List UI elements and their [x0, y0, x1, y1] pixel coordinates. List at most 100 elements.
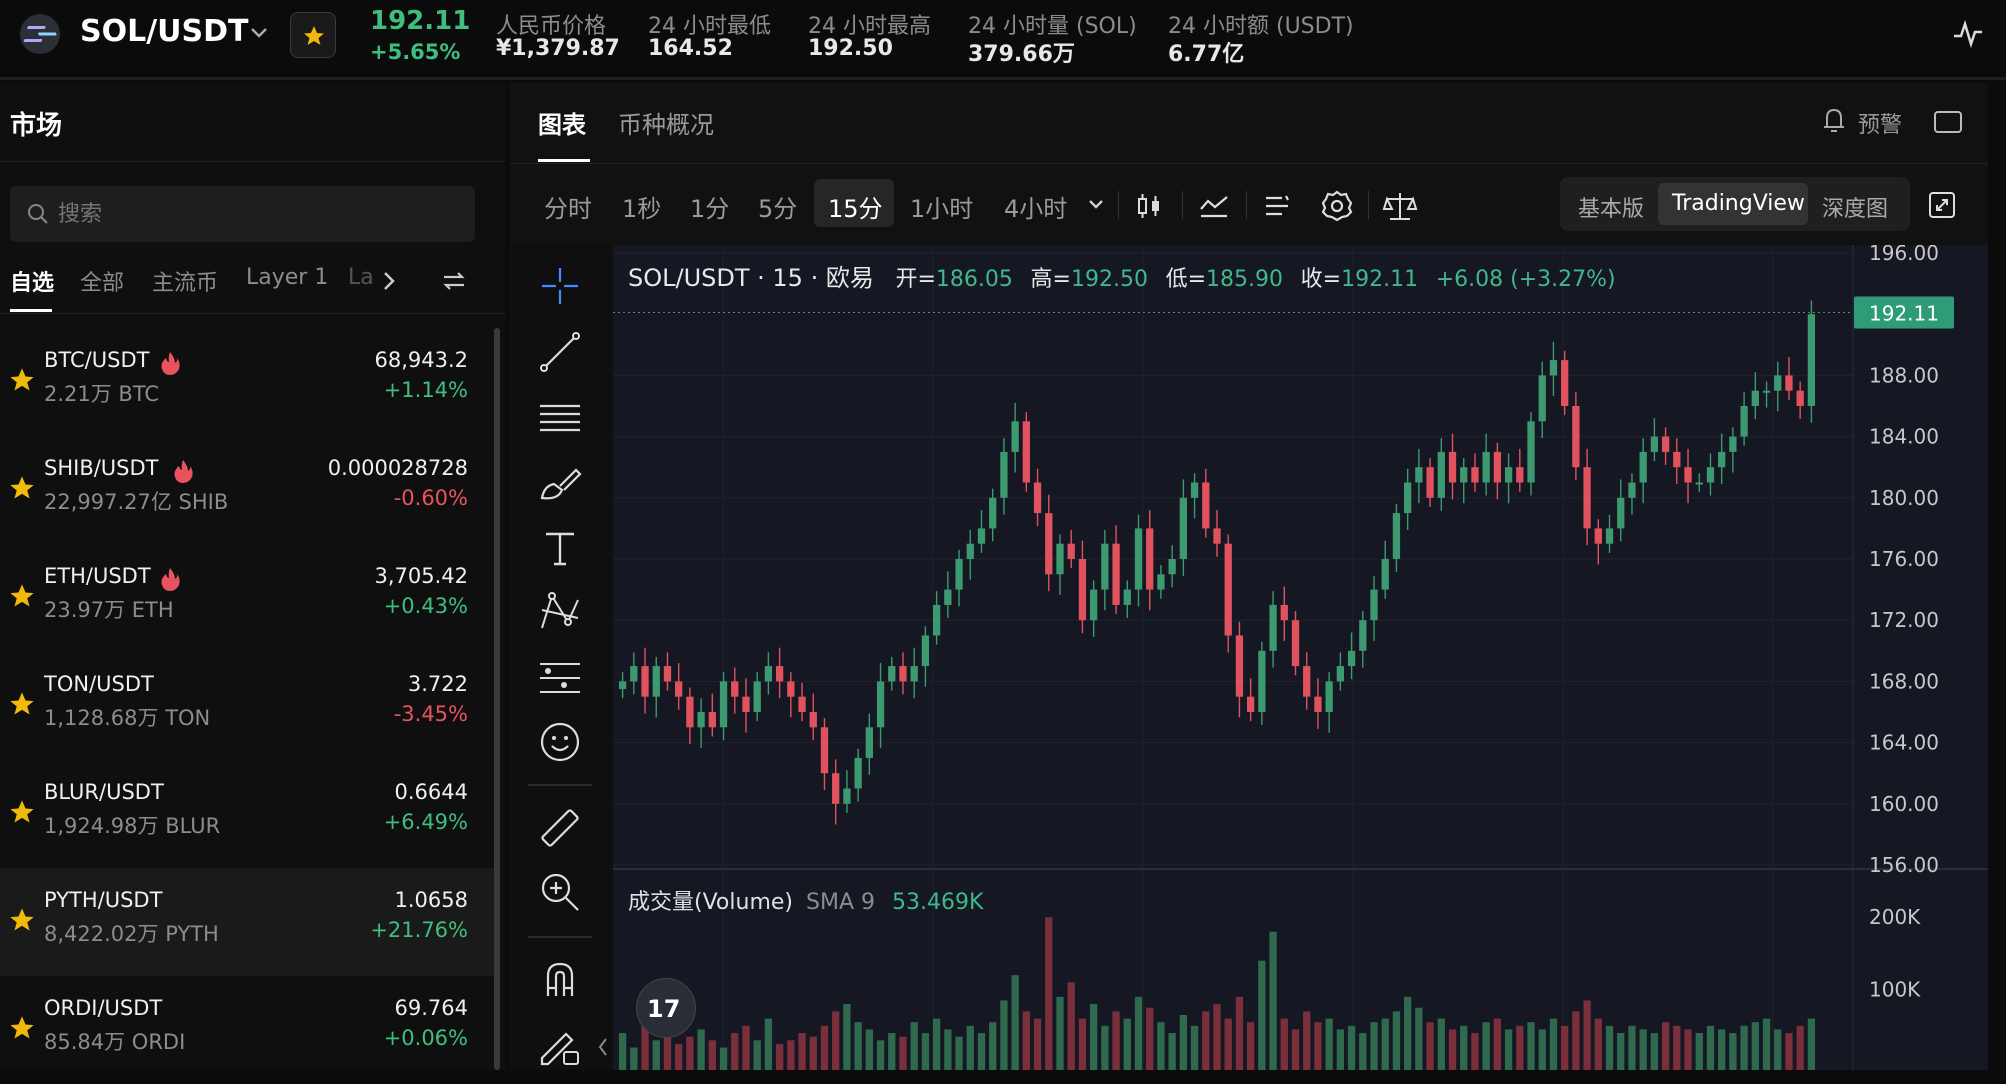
market-row-ordi[interactable]: ORDI/USDT 85.84万 ORDI 69.764 +0.06%	[0, 976, 500, 1084]
row-change: +6.49%	[383, 810, 468, 834]
divider	[1368, 191, 1369, 219]
emoji-icon[interactable]	[534, 716, 586, 768]
candle-body	[1751, 390, 1759, 406]
bell-plus-icon[interactable]	[1820, 105, 1848, 135]
volume-legend: 成交量(Volume) SMA 9 53.469K	[628, 884, 983, 916]
interval-timeline[interactable]: 分时	[544, 189, 592, 224]
row-pair: BTC/USDT	[44, 348, 150, 372]
candle-body	[966, 543, 974, 559]
interval-1h[interactable]: 1小时	[910, 189, 973, 224]
candle-body	[1258, 650, 1266, 712]
star-icon[interactable]	[8, 1014, 36, 1042]
row-change: -3.45%	[393, 702, 468, 726]
view-tradingview[interactable]: TradingView	[1672, 191, 1805, 216]
volume-bar	[1807, 1018, 1816, 1070]
candle-body	[1146, 528, 1154, 590]
ruler-icon[interactable]	[534, 802, 586, 854]
row-pair: BLUR/USDT	[44, 780, 164, 804]
swap-icon[interactable]	[440, 267, 468, 295]
view-basic[interactable]: 基本版	[1578, 191, 1644, 223]
scrollbar-thumb[interactable]	[494, 328, 500, 1070]
volume-bar	[1011, 975, 1019, 1070]
star-icon[interactable]	[8, 582, 36, 610]
lock-pencil-icon[interactable]	[534, 1018, 586, 1070]
tab-layer2-partial[interactable]: La	[348, 265, 374, 290]
window-icon[interactable]	[1934, 111, 1962, 133]
volume-bar	[618, 1033, 627, 1070]
volume-bar	[865, 1029, 873, 1070]
star-icon[interactable]	[8, 366, 36, 394]
price-tick-label: 176.00	[1869, 547, 1939, 571]
pattern-icon[interactable]	[534, 586, 586, 638]
row-change: -0.60%	[393, 486, 468, 510]
view-depth[interactable]: 深度图	[1822, 191, 1888, 223]
candle-body	[820, 727, 829, 774]
collapse-toolbar-icon[interactable]	[596, 1036, 610, 1058]
volume-bar	[719, 1047, 728, 1070]
pair-title[interactable]: SOL/USDT	[80, 14, 249, 49]
chevron-down-icon[interactable]	[1086, 197, 1106, 213]
row-pair: ORDI/USDT	[44, 996, 163, 1020]
star-icon[interactable]	[8, 906, 36, 934]
search-box[interactable]	[10, 186, 475, 242]
volume-bar	[1740, 1025, 1748, 1070]
row-change: +0.43%	[383, 594, 468, 618]
row-volume: 85.84万 ORDI	[44, 1030, 186, 1054]
market-row-eth[interactable]: ETH/USDT 23.97万 ETH 3,705.42 +0.43%	[0, 544, 500, 652]
favorite-button[interactable]	[290, 12, 336, 58]
forecast-icon[interactable]	[534, 652, 586, 704]
tab-all[interactable]: 全部	[80, 265, 124, 297]
alert-label[interactable]: 预警	[1858, 107, 1902, 139]
volume-bar	[1000, 1000, 1008, 1070]
crosshair-icon[interactable]	[534, 260, 586, 312]
tab-overview[interactable]: 币种概况	[618, 105, 714, 140]
tab-chart[interactable]: 图表	[538, 105, 586, 140]
interval-1s[interactable]: 1秒	[622, 189, 661, 224]
trend-line-icon[interactable]	[534, 326, 586, 378]
indicators-icon[interactable]	[1198, 191, 1230, 221]
candle-body	[1157, 574, 1165, 590]
volume-bar	[1527, 1022, 1535, 1070]
star-icon[interactable]	[8, 474, 36, 502]
search-input[interactable]	[58, 194, 458, 234]
brush-icon[interactable]	[534, 458, 586, 510]
tab-favorites[interactable]: 自选	[10, 265, 54, 297]
market-row-blur[interactable]: BLUR/USDT 1,924.98万 BLUR 0.6644 +6.49%	[0, 760, 500, 868]
tab-layer1[interactable]: Layer 1	[246, 265, 328, 290]
text-icon[interactable]	[534, 522, 586, 574]
price-chart[interactable]: 196.00 188.00 184.00 180.00 176.00 172.00 168.…	[613, 245, 1988, 1070]
chart-legend: SOL/USDT · 15 · 欧易 开=186.05 高=192.50 低=1…	[628, 258, 1616, 293]
layout-list-icon[interactable]	[1262, 191, 1292, 221]
activity-icon[interactable]	[1952, 20, 1984, 48]
star-icon[interactable]	[8, 690, 36, 718]
volume-bar	[764, 1018, 773, 1070]
zoom-in-icon[interactable]	[534, 866, 586, 918]
market-row-btc[interactable]: BTC/USDT 2.21万 BTC 68,943.2 +1.14%	[0, 328, 500, 436]
tab-mainstream[interactable]: 主流币	[152, 265, 218, 297]
candle-body	[865, 727, 873, 758]
market-row-pyth[interactable]: PYTH/USDT 8,422.02万 PYTH 1.0658 +21.76%	[0, 868, 500, 976]
interval-4h[interactable]: 4小时	[1004, 189, 1067, 224]
chevron-down-icon[interactable]	[248, 24, 270, 42]
gear-icon[interactable]	[1320, 189, 1354, 223]
candle-body	[630, 666, 638, 682]
scrollbar-track[interactable]	[494, 328, 500, 1070]
interval-5m[interactable]: 5分	[758, 189, 797, 224]
tradingview-logo[interactable]: 17	[636, 978, 696, 1038]
volume-bar	[1594, 1018, 1602, 1070]
chevron-right-icon[interactable]	[380, 269, 398, 293]
volume-bar	[1168, 1033, 1176, 1070]
candle-body	[652, 666, 660, 697]
star-icon[interactable]	[8, 798, 36, 826]
market-row-ton[interactable]: TON/USDT 1,128.68万 TON 3.722 -3.45%	[0, 652, 500, 760]
volume-bar	[843, 1004, 851, 1070]
scale-icon[interactable]	[1382, 189, 1418, 223]
fib-lines-icon[interactable]	[534, 392, 586, 444]
interval-15m[interactable]: 15分	[828, 189, 883, 224]
market-row-shib[interactable]: SHIB/USDT 22,997.27亿 SHIB 0.000028728 -0…	[0, 436, 500, 544]
tradingview-logo-glyph: 17	[647, 995, 681, 1023]
interval-1m[interactable]: 1分	[690, 189, 729, 224]
magnet-icon[interactable]	[534, 954, 586, 1006]
fullscreen-icon[interactable]	[1928, 191, 1956, 219]
candles-icon[interactable]	[1136, 191, 1162, 221]
